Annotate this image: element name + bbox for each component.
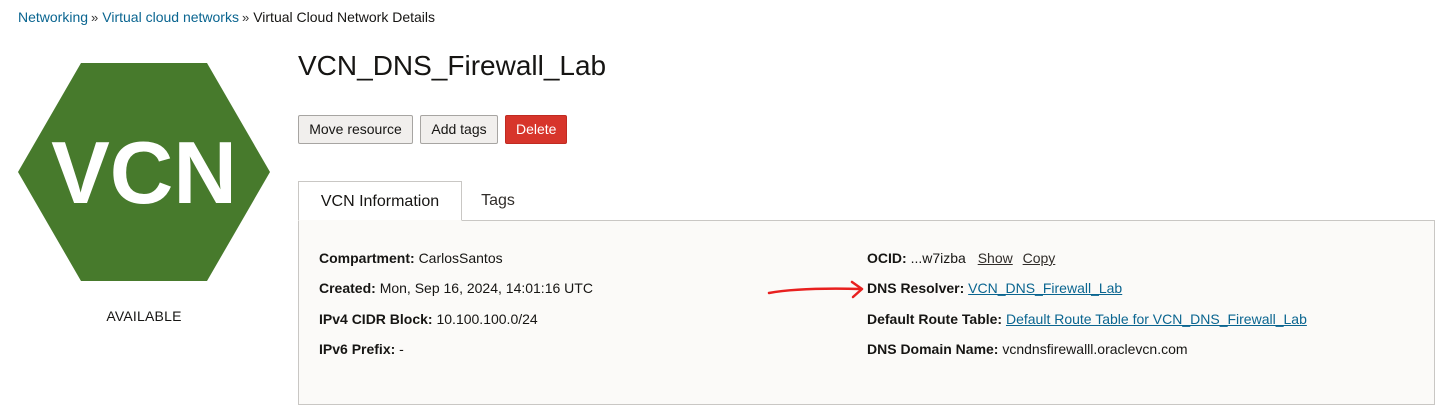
dns-resolver-label: DNS Resolver:: [867, 280, 965, 296]
vcn-information-panel: Compartment: CarlosSantos Created: Mon, …: [298, 220, 1435, 405]
dns-resolver-field: DNS Resolver: VCN_DNS_Firewall_Lab: [867, 280, 1122, 296]
vcn-icon-label: VCN: [51, 123, 237, 222]
compartment-field: Compartment: CarlosSantos: [319, 250, 503, 266]
breadcrumb-separator: »: [91, 10, 99, 25]
annotation-arrow-icon: [767, 280, 864, 299]
lifecycle-status: AVAILABLE: [106, 308, 182, 324]
dns-resolver-link[interactable]: VCN_DNS_Firewall_Lab: [968, 280, 1122, 296]
ocid-label: OCID:: [867, 250, 907, 266]
created-label: Created:: [319, 280, 376, 296]
tab-vcn-information[interactable]: VCN Information: [298, 181, 462, 221]
default-route-table-field: Default Route Table: Default Route Table…: [867, 311, 1307, 327]
created-field: Created: Mon, Sep 16, 2024, 14:01:16 UTC: [319, 280, 593, 296]
ipv4-cidr-field: IPv4 CIDR Block: 10.100.100.0/24: [319, 311, 538, 327]
breadcrumb-networking[interactable]: Networking: [18, 9, 88, 25]
ocid-value: ...w7izba: [910, 250, 966, 266]
default-route-table-link[interactable]: Default Route Table for VCN_DNS_Firewall…: [1006, 311, 1307, 327]
breadcrumb-virtual-cloud-networks[interactable]: Virtual cloud networks: [102, 9, 239, 25]
created-value: Mon, Sep 16, 2024, 14:01:16 UTC: [379, 280, 593, 296]
page-title: VCN_DNS_Firewall_Lab: [298, 50, 607, 81]
dns-domain-name-value: vcndnsfirewalll.oraclevcn.com: [1002, 341, 1188, 357]
default-route-table-label: Default Route Table:: [867, 311, 1003, 327]
vcn-hexagon-icon: VCN: [18, 63, 270, 281]
add-tags-button[interactable]: Add tags: [420, 115, 498, 144]
ipv4-cidr-label: IPv4 CIDR Block:: [319, 311, 433, 327]
move-resource-button[interactable]: Move resource: [298, 115, 413, 144]
compartment-label: Compartment:: [319, 250, 415, 266]
ipv6-prefix-value: -: [399, 341, 404, 357]
ocid-field: OCID: ...w7izba Show Copy: [867, 250, 1055, 266]
ipv6-prefix-field: IPv6 Prefix: -: [319, 341, 404, 357]
breadcrumb: Networking» Virtual cloud networks» Virtua…: [18, 9, 435, 25]
dns-domain-name-label: DNS Domain Name:: [867, 341, 999, 357]
ocid-copy-link[interactable]: Copy: [1023, 250, 1056, 266]
tab-tags[interactable]: Tags: [462, 181, 534, 221]
ipv6-prefix-label: IPv6 Prefix:: [319, 341, 396, 357]
delete-button[interactable]: Delete: [505, 115, 567, 144]
breadcrumb-separator: »: [241, 10, 250, 25]
dns-domain-name-field: DNS Domain Name: vcndnsfirewalll.oraclev…: [867, 341, 1188, 357]
ipv4-cidr-value: 10.100.100.0/24: [436, 311, 538, 327]
ocid-show-link[interactable]: Show: [978, 250, 1013, 266]
compartment-value: CarlosSantos: [418, 250, 503, 266]
breadcrumb-current: Virtual Cloud Network Details: [253, 9, 436, 25]
